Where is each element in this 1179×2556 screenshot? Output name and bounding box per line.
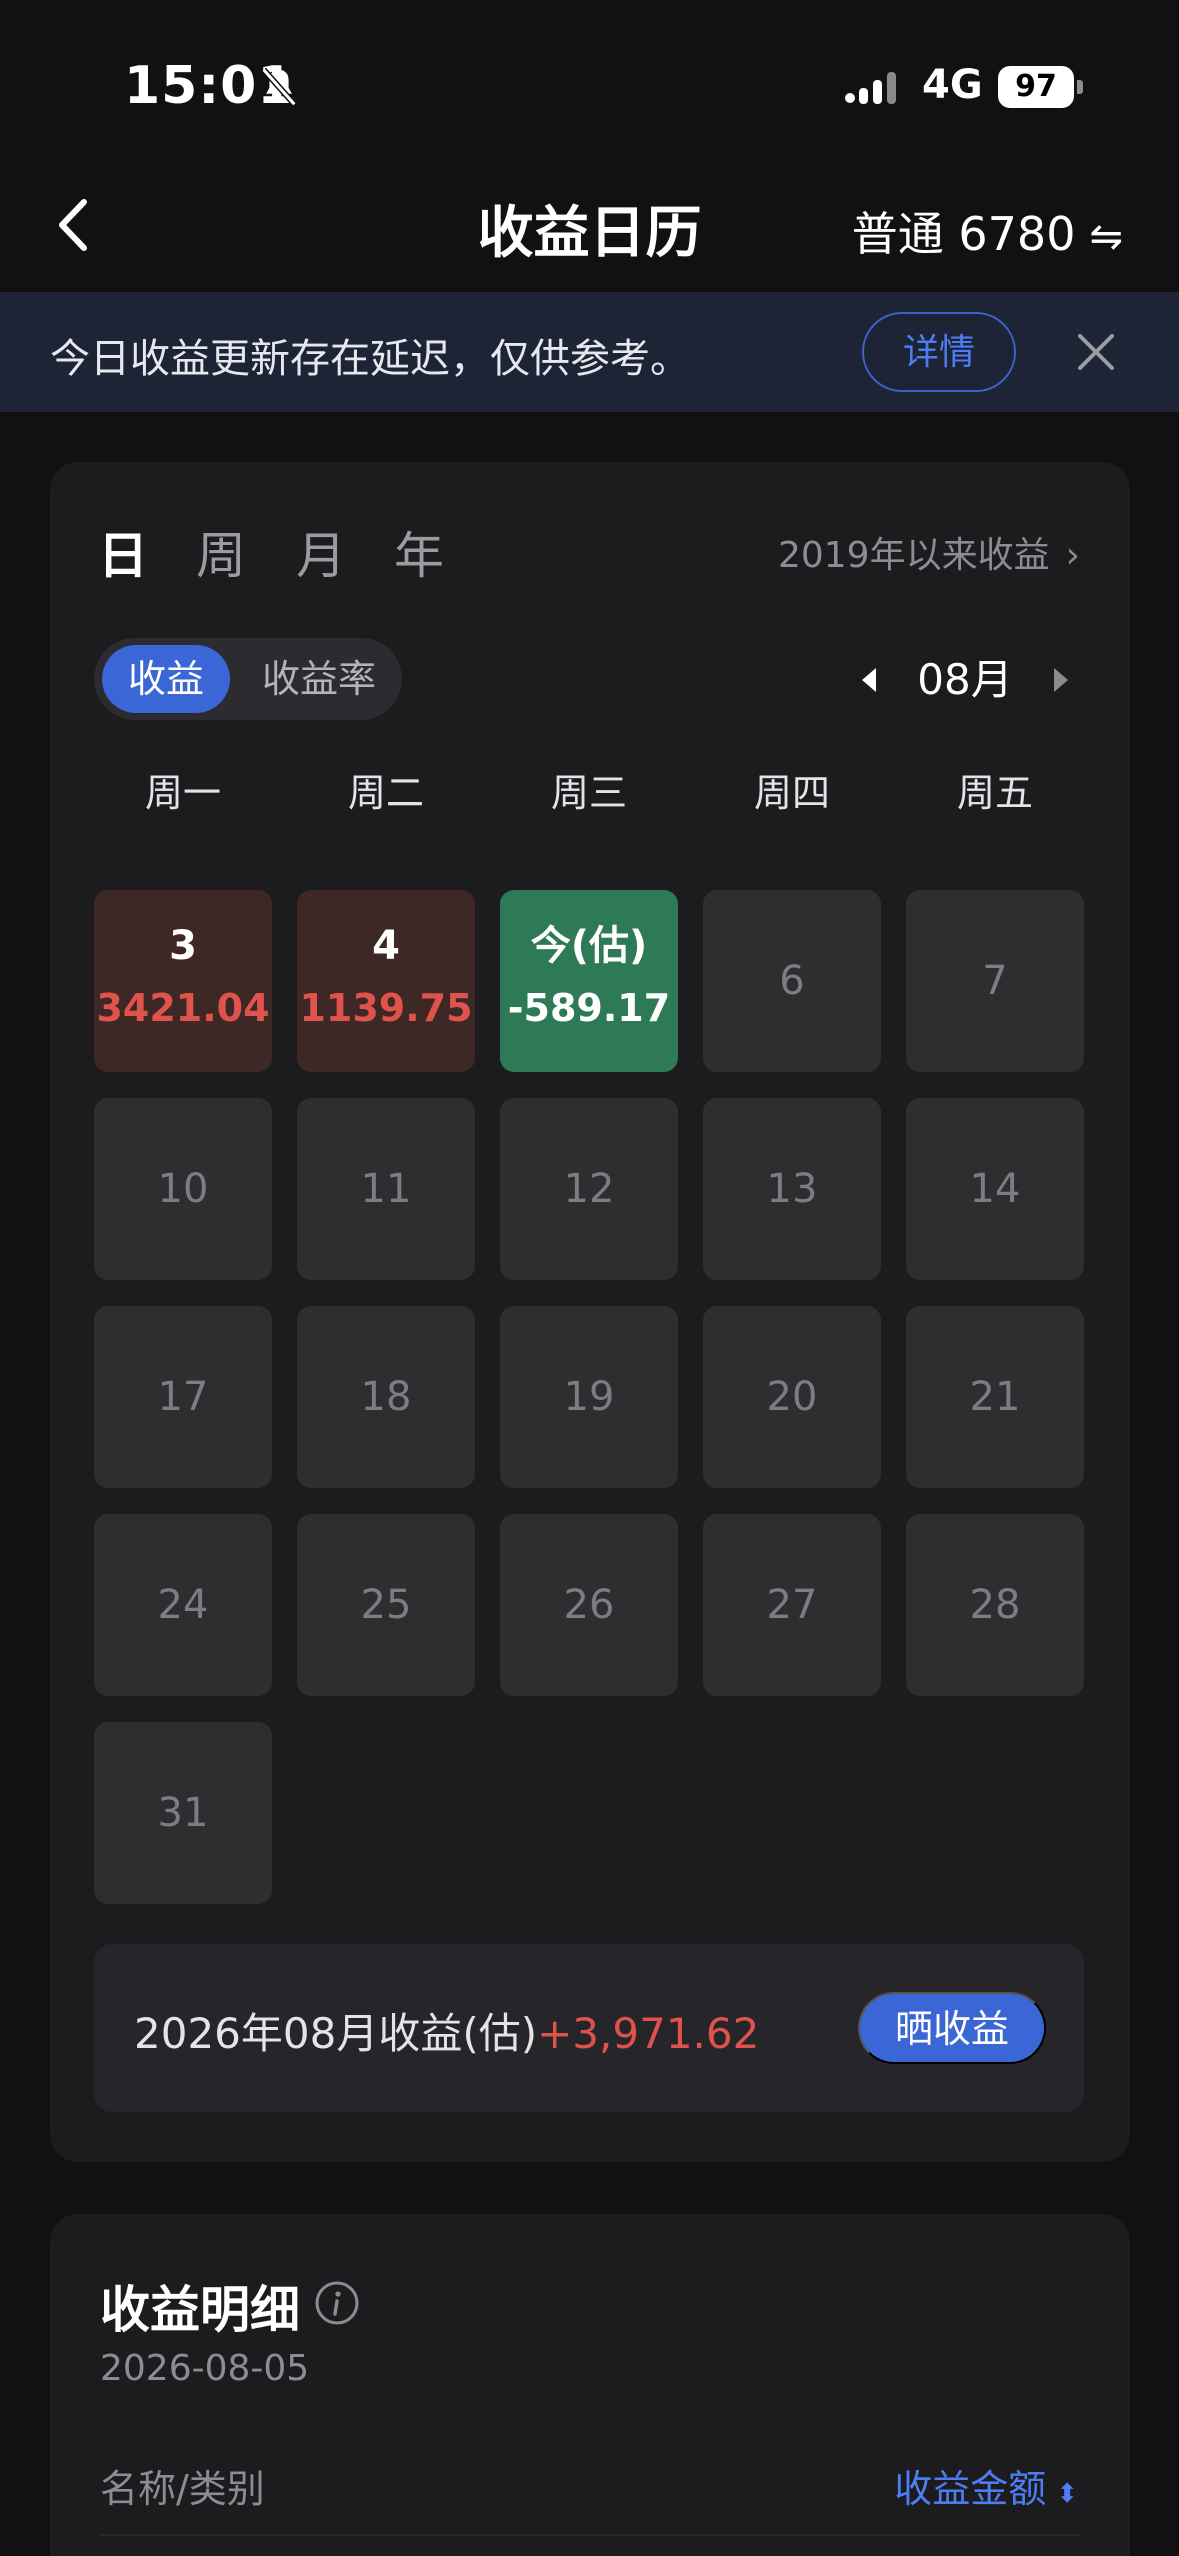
- calendar-day-cell[interactable]: 27: [703, 1514, 881, 1696]
- status-bar: 15:01 4G 97: [0, 0, 1179, 160]
- calendar-day-cell[interactable]: 14: [906, 1098, 1084, 1280]
- income-calendar-card: 日 周 月 年 2019年以来收益 › 收益 收益率 08月 周一 周二 周三 周…: [50, 462, 1130, 2162]
- day-label: 26: [563, 1582, 615, 1628]
- calendar-day-cell[interactable]: 今(估) -589.17: [500, 890, 678, 1072]
- calendar-day-cell[interactable]: 19: [500, 1306, 678, 1488]
- day-label: 4: [372, 923, 400, 969]
- day-label: 19: [563, 1374, 615, 1420]
- network-label: 4G: [922, 62, 983, 108]
- day-label: 14: [969, 1166, 1021, 1212]
- calendar-day-cell[interactable]: 28: [906, 1514, 1084, 1696]
- toggle-income-rate[interactable]: 收益率: [244, 645, 394, 713]
- chevron-right-icon: ›: [1065, 535, 1080, 576]
- month-label: 08月: [917, 655, 1013, 704]
- weekday-header: 周一 周二 周三 周四 周五: [94, 762, 1084, 822]
- weekday-label: 周四: [753, 771, 830, 815]
- calendar-day-cell[interactable]: 13: [703, 1098, 881, 1280]
- day-label: 28: [969, 1582, 1021, 1628]
- detail-title: 收益明细: [100, 2281, 300, 2339]
- notice-detail-button[interactable]: 详情: [862, 312, 1016, 392]
- day-label: 21: [969, 1374, 1021, 1420]
- prev-month-icon[interactable]: [850, 660, 890, 700]
- since-link-label: 2019年以来收益: [777, 535, 1050, 576]
- day-label: 27: [766, 1582, 818, 1628]
- summary-label: 2026年08月收益(估): [134, 2009, 538, 2058]
- calendar-day-cell[interactable]: 25: [297, 1514, 475, 1696]
- bell-muted-icon: [261, 67, 297, 107]
- day-label: 13: [766, 1166, 818, 1212]
- signal-icon: [845, 72, 896, 104]
- day-label: 11: [360, 1166, 412, 1212]
- weekday-label: 周五: [956, 771, 1033, 815]
- info-icon[interactable]: [314, 2280, 360, 2326]
- day-label: 18: [360, 1374, 412, 1420]
- account-label: 普通 6780: [851, 207, 1076, 261]
- column-amount-label: 收益金额: [894, 2467, 1047, 2511]
- calendar-day-cell[interactable]: 7: [906, 890, 1084, 1072]
- tab-year[interactable]: 年: [394, 516, 444, 588]
- month-navigator: 08月: [850, 648, 1080, 712]
- calendar-day-cell[interactable]: 3 3421.04: [94, 890, 272, 1072]
- calendar-day-cell[interactable]: 10: [94, 1098, 272, 1280]
- calendar-day-cell[interactable]: 17: [94, 1306, 272, 1488]
- calendar-day-cell[interactable]: 20: [703, 1306, 881, 1488]
- day-label: 7: [982, 958, 1008, 1004]
- calendar-day-cell[interactable]: 4 1139.75: [297, 890, 475, 1072]
- day-label: 20: [766, 1374, 818, 1420]
- tab-week[interactable]: 周: [196, 516, 246, 588]
- battery-tip: [1077, 80, 1083, 94]
- calendar-day-cell[interactable]: 24: [94, 1514, 272, 1696]
- sort-icon: ⬍: [1056, 2479, 1078, 2509]
- day-income-value: -589.17: [507, 986, 671, 1030]
- calendar-day-cell[interactable]: 31: [94, 1722, 272, 1904]
- day-label: 今(估): [530, 923, 648, 969]
- divider: [100, 2534, 1080, 2536]
- day-label: 6: [779, 958, 805, 1004]
- weekday-label: 周三: [550, 771, 627, 815]
- calendar-day-cell[interactable]: 12: [500, 1098, 678, 1280]
- metric-toggle: 收益 收益率: [94, 638, 402, 720]
- income-detail-card: 收益明细 2026-08-05 名称/类别 收益金额 ⬍: [50, 2214, 1130, 2556]
- day-label: 10: [157, 1166, 209, 1212]
- day-label: 3: [169, 923, 197, 969]
- swap-icon: ⇋: [1089, 214, 1123, 260]
- summary-amount: +3,971.62: [537, 2009, 760, 2058]
- column-amount-sort[interactable]: 收益金额 ⬍: [894, 2458, 1078, 2513]
- calendar-day-cell[interactable]: 6: [703, 890, 881, 1072]
- summary-text: 2026年08月收益(估)+3,971.62: [134, 2000, 759, 2061]
- day-label: 12: [563, 1166, 615, 1212]
- day-income-value: 3421.04: [96, 986, 270, 1030]
- nav-bar: 收益日历 普通 6780 ⇋: [0, 160, 1179, 292]
- account-switch-button[interactable]: 普通 6780 ⇋: [852, 198, 1123, 264]
- calendar-day-cell[interactable]: 11: [297, 1098, 475, 1280]
- day-income-value: 1139.75: [299, 986, 473, 1030]
- notice-text: 今日收益更新存在延迟，仅供参考。: [50, 336, 690, 382]
- day-label: 24: [157, 1582, 209, 1628]
- weekday-label: 周一: [144, 771, 221, 815]
- toggle-income[interactable]: 收益: [102, 645, 230, 713]
- tab-month[interactable]: 月: [296, 516, 346, 588]
- month-summary: 2026年08月收益(估)+3,971.62 晒收益: [94, 1944, 1084, 2112]
- close-icon[interactable]: [1072, 328, 1120, 376]
- calendar-day-cell[interactable]: 21: [906, 1306, 1084, 1488]
- since-2019-link[interactable]: 2019年以来收益 ›: [778, 526, 1080, 578]
- day-label: 17: [157, 1374, 209, 1420]
- delay-notice-banner: 今日收益更新存在延迟，仅供参考。 详情: [0, 292, 1179, 412]
- battery-indicator: 97: [998, 66, 1074, 108]
- day-label: 25: [360, 1582, 412, 1628]
- day-label: 31: [157, 1790, 209, 1836]
- tab-day[interactable]: 日: [98, 516, 148, 588]
- weekday-label: 周二: [347, 771, 424, 815]
- next-month-icon[interactable]: [1040, 660, 1080, 700]
- calendar-day-cell[interactable]: 18: [297, 1306, 475, 1488]
- share-income-button[interactable]: 晒收益: [858, 1992, 1046, 2064]
- detail-date: 2026-08-05: [100, 2348, 310, 2389]
- calendar-day-cell[interactable]: 26: [500, 1514, 678, 1696]
- column-name-header: 名称/类别: [100, 2467, 265, 2511]
